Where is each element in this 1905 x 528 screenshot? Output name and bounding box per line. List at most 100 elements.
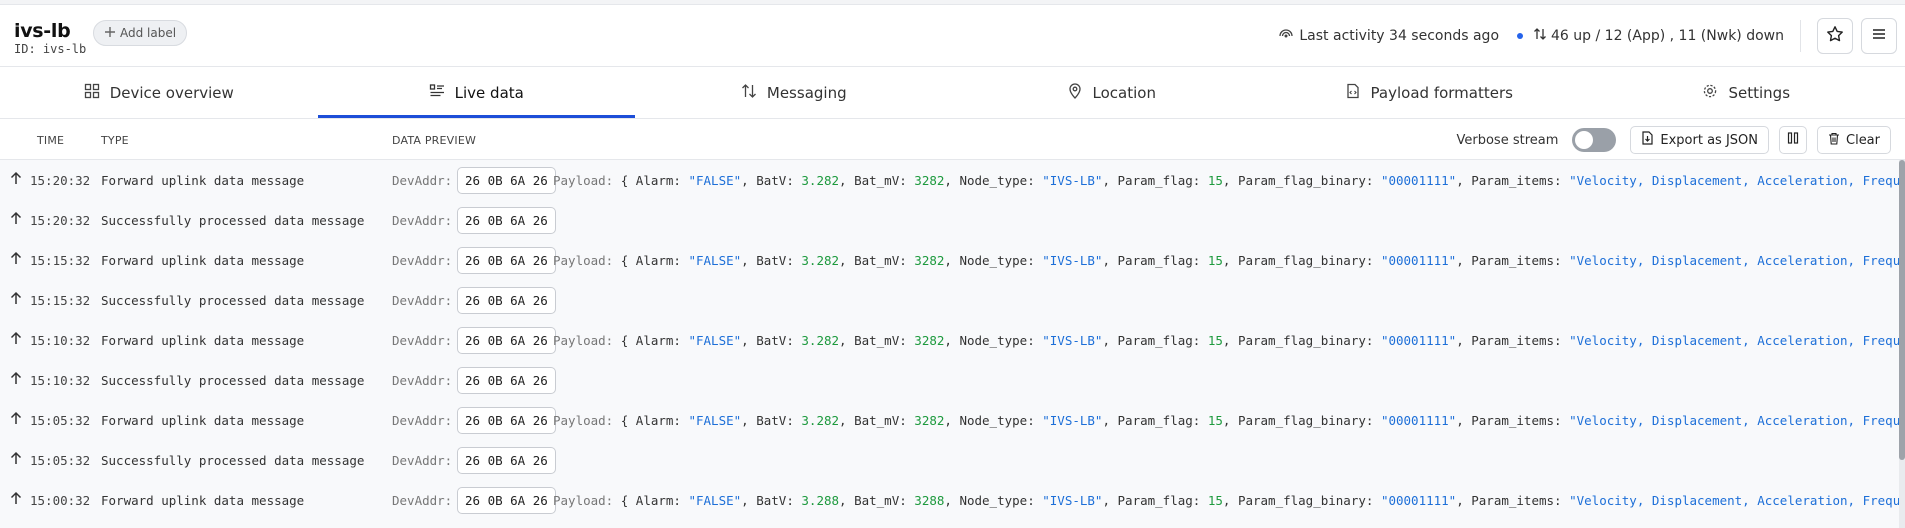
devaddr-value[interactable]: 26 0B 6A 26	[457, 407, 556, 434]
columns-icon	[1787, 132, 1799, 148]
param-flag-value: 15	[1207, 493, 1223, 508]
batmv-value: 3282	[914, 333, 945, 348]
event-row[interactable]: 15:10:32 Forward uplink data message DevAd…	[0, 320, 1905, 360]
event-row[interactable]: 15:05:32 Forward uplink data message DevAd…	[0, 400, 1905, 440]
node-type-value: "IVS-LB"	[1042, 333, 1103, 348]
param-items-value: "Velocity, Displacement, Acceleration, F…	[1569, 173, 1905, 188]
add-label-button[interactable]: Add label	[93, 20, 188, 46]
event-time: 15:20:32	[30, 213, 91, 228]
node-type-value: "IVS-LB"	[1042, 493, 1103, 508]
event-row[interactable]: 15:15:32 Forward uplink data message DevAd…	[0, 240, 1905, 280]
alarm-value: "FALSE"	[688, 253, 742, 268]
batv-value: 3.288	[801, 493, 840, 508]
node-type-value: "IVS-LB"	[1042, 413, 1103, 428]
event-time: 15:00:32	[30, 493, 91, 508]
event-type: Successfully processed data message	[101, 293, 365, 308]
menu-button[interactable]	[1861, 18, 1897, 54]
columns-toggle-button[interactable]	[1779, 126, 1807, 154]
param-flag-binary-value: "00001111"	[1380, 413, 1457, 428]
devaddr-value[interactable]: 26 0B 6A 26	[457, 327, 556, 354]
param-flag-value: 15	[1207, 253, 1223, 268]
header-right: Last activity 34 seconds ago 46 up / 12 …	[1279, 5, 1905, 67]
param-flag-value: 15	[1207, 413, 1223, 428]
tab-payload-formatters[interactable]: Payload formatters	[1270, 67, 1588, 118]
devaddr-label: DevAddr:	[392, 493, 453, 508]
event-row[interactable]: 15:05:32 Successfully processed data mess…	[0, 440, 1905, 480]
event-row[interactable]: 15:20:32 Successfully processed data mess…	[0, 200, 1905, 240]
tab-settings[interactable]: Settings	[1588, 67, 1905, 118]
column-header: TIME TYPE DATA PREVIEW Verbose stream Ex…	[0, 119, 1905, 160]
list-icon	[429, 83, 445, 103]
clear-label: Clear	[1846, 132, 1880, 148]
batv-value: 3.282	[801, 253, 840, 268]
stream-controls: Verbose stream Export as JSON Clear	[1456, 126, 1891, 154]
event-row[interactable]: 15:20:32 Forward uplink data message DevAd…	[0, 160, 1905, 200]
uplink-arrow-icon	[10, 171, 22, 188]
event-time: 15:20:32	[30, 173, 91, 188]
scrollbar-thumb[interactable]	[1899, 160, 1905, 460]
batv-value: 3.282	[801, 413, 840, 428]
star-button[interactable]	[1817, 18, 1853, 54]
map-pin-icon	[1067, 82, 1083, 103]
event-time: 15:15:32	[30, 253, 91, 268]
param-items-value: "Velocity, Displacement, Acceleration, F…	[1569, 493, 1905, 508]
event-row[interactable]: 15:00:32 Forward uplink data message DevAd…	[0, 480, 1905, 520]
devaddr-label: DevAddr:	[392, 293, 453, 308]
live-data-panel: TIME TYPE DATA PREVIEW Verbose stream Ex…	[0, 119, 1905, 528]
gear-icon	[1702, 83, 1718, 103]
devaddr-label: DevAddr:	[392, 173, 453, 188]
param-flag-value: 15	[1207, 333, 1223, 348]
export-json-label: Export as JSON	[1660, 132, 1758, 148]
event-time: 15:15:32	[30, 293, 91, 308]
devaddr-value[interactable]: 26 0B 6A 26	[457, 167, 556, 194]
tab-live-data[interactable]: Live data	[317, 67, 636, 118]
devaddr-label: DevAddr:	[392, 333, 453, 348]
event-time: 15:10:32	[30, 373, 91, 388]
alarm-value: "FALSE"	[688, 173, 742, 188]
event-row[interactable]: 15:15:32 Successfully processed data mess…	[0, 280, 1905, 320]
document-code-icon	[1345, 83, 1361, 103]
payload-label: Payload:	[553, 253, 614, 268]
verbose-stream-toggle[interactable]	[1572, 128, 1617, 152]
uplink-arrow-icon	[10, 451, 22, 468]
up-down-arrows-icon	[741, 83, 757, 103]
event-type: Forward uplink data message	[101, 253, 305, 268]
devaddr-value[interactable]: 26 0B 6A 26	[457, 487, 556, 514]
devaddr-value[interactable]: 26 0B 6A 26	[457, 207, 556, 234]
batv-value: 3.282	[801, 333, 840, 348]
tab-location[interactable]: Location	[953, 67, 1271, 118]
tab-device-overview[interactable]: Device overview	[0, 67, 318, 118]
up-down-arrows-icon	[1533, 27, 1547, 45]
export-json-button[interactable]: Export as JSON	[1630, 126, 1769, 154]
devaddr-value[interactable]: 26 0B 6A 26	[457, 367, 556, 394]
grid-icon	[84, 83, 100, 103]
payload-preview: Payload: { Alarm: "FALSE", BatV: 3.288, …	[553, 493, 1905, 508]
event-type: Successfully processed data message	[101, 453, 365, 468]
tab-label: Location	[1092, 83, 1156, 102]
file-export-icon	[1641, 131, 1654, 149]
star-icon	[1826, 25, 1844, 47]
event-time: 15:05:32	[30, 453, 91, 468]
event-type: Forward uplink data message	[101, 333, 305, 348]
tab-label: Payload formatters	[1370, 83, 1513, 102]
tab-label: Settings	[1728, 83, 1791, 102]
column-type: TYPE	[101, 134, 129, 147]
clear-button[interactable]: Clear	[1817, 126, 1891, 154]
event-type: Forward uplink data message	[101, 173, 305, 188]
tab-messaging[interactable]: Messaging	[635, 67, 953, 118]
column-time: TIME	[37, 134, 65, 147]
devaddr-value[interactable]: 26 0B 6A 26	[457, 447, 556, 474]
param-flag-binary-value: "00001111"	[1380, 253, 1457, 268]
devaddr-value[interactable]: 26 0B 6A 26	[457, 247, 556, 274]
event-row[interactable]: 15:10:32 Successfully processed data mess…	[0, 360, 1905, 400]
trash-icon	[1828, 132, 1840, 149]
uplink-arrow-icon	[10, 251, 22, 268]
uplink-arrow-icon	[10, 211, 22, 228]
devaddr-label: DevAddr:	[392, 413, 453, 428]
node-type-value: "IVS-LB"	[1042, 253, 1103, 268]
devaddr-value[interactable]: 26 0B 6A 26	[457, 287, 556, 314]
traffic-summary: 46 up / 12 (App) , 11 (Nwk) down	[1533, 27, 1784, 45]
batmv-value: 3282	[914, 413, 945, 428]
alarm-value: "FALSE"	[688, 333, 742, 348]
alarm-value: "FALSE"	[688, 493, 742, 508]
